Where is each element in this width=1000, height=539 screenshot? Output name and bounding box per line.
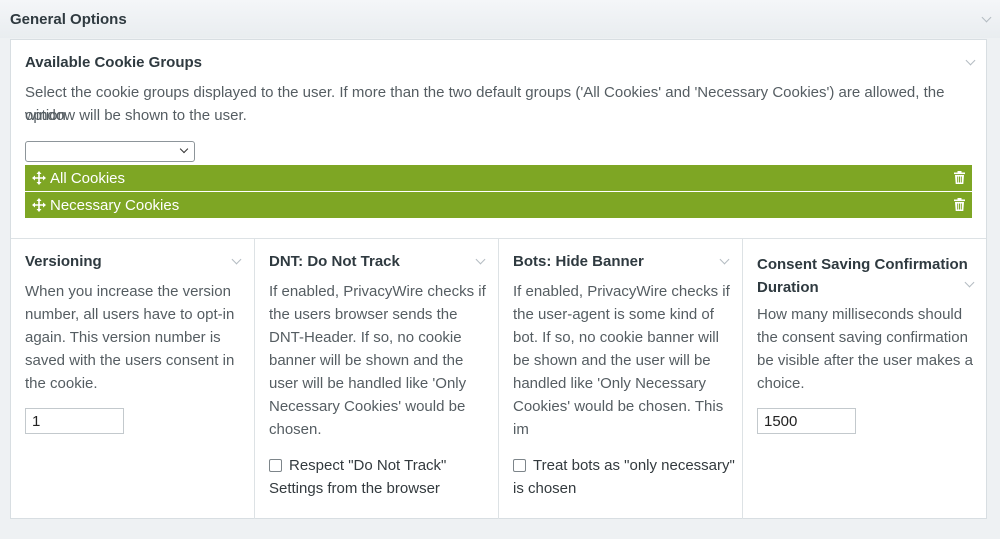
consent-duration-input[interactable] <box>757 408 856 434</box>
version-number-input[interactable] <box>25 408 124 434</box>
description-line: banner will be shown and the <box>269 352 464 369</box>
respect-dnt-label-2[interactable]: Settings from the browser <box>269 477 440 500</box>
cookie-group-label: Necessary Cookies <box>50 197 180 214</box>
dnt-collapse-icon[interactable] <box>475 254 486 265</box>
column-divider <box>498 239 499 519</box>
respect-dnt-label[interactable]: Respect "Do Not Track" <box>289 454 446 477</box>
consent-duration-title: Consent Saving Confirmation Duration <box>757 253 968 299</box>
cookie-group-label: All Cookies <box>50 170 126 187</box>
consent-duration-description: How many milliseconds should the consent… <box>757 303 973 395</box>
versioning-collapse-icon[interactable] <box>231 254 242 265</box>
section-title: General Options <box>10 11 127 28</box>
hide-banner-bots-label-2[interactable]: is chosen <box>513 477 576 500</box>
title-line: Consent Saving Confirmation <box>757 256 968 273</box>
description-line: handled like 'Only Necessary <box>513 375 706 392</box>
description-line: chosen. <box>269 421 322 438</box>
collapse-chevron-icon[interactable] <box>981 12 992 23</box>
column-divider <box>254 239 255 519</box>
cookie-groups-title: Available Cookie Groups <box>25 54 202 71</box>
description-line: DNT-Header. If so, no cookie <box>269 329 462 346</box>
trash-icon[interactable] <box>954 171 965 184</box>
description-line: choice. <box>757 375 805 392</box>
description-line: be visible after the user makes a <box>757 352 973 369</box>
cookie-group-select[interactable] <box>25 141 195 162</box>
dnt-description: If enabled, PrivacyWire checks if the us… <box>269 280 486 441</box>
description-line: bot. If so, no cookie banner will <box>513 329 719 346</box>
trash-icon[interactable] <box>954 198 965 211</box>
description-line: the cookie. <box>25 375 98 392</box>
hide-banner-bots-label[interactable]: Treat bots as "only necessary" <box>533 454 735 477</box>
description-line: the consent saving confirmation <box>757 329 968 346</box>
cookie-groups-collapse-icon[interactable] <box>965 55 976 66</box>
title-line: Duration <box>757 279 819 296</box>
cookie-groups-description-2: window will be shown to the user. <box>25 107 247 124</box>
bots-description: If enabled, PrivacyWire checks if the us… <box>513 280 730 441</box>
description-line: When you increase the version <box>25 283 231 300</box>
description-line: Cookies' would be chosen. This <box>513 398 724 415</box>
section-header[interactable]: General Options <box>0 0 1000 38</box>
hide-banner-bots-checkbox[interactable] <box>513 459 526 472</box>
description-line: the users browser sends the <box>269 306 458 323</box>
description-line: im <box>513 421 529 438</box>
move-icon[interactable] <box>32 198 46 212</box>
description-line: Necessary Cookies' would be <box>269 398 466 415</box>
description-line: be shown and the user will be <box>513 352 711 369</box>
respect-dnt-checkbox[interactable] <box>269 459 282 472</box>
move-icon[interactable] <box>32 171 46 185</box>
cookie-group-item-necessary[interactable]: Necessary Cookies <box>25 192 972 218</box>
versioning-description: When you increase the version number, al… <box>25 280 234 395</box>
general-options-section: General Options Available Cookie Groups … <box>0 0 1000 539</box>
versioning-title: Versioning <box>25 253 102 270</box>
description-line: number, all users have to opt-in <box>25 306 235 323</box>
dnt-title: DNT: Do Not Track <box>269 253 400 270</box>
description-line: How many milliseconds should <box>757 306 963 323</box>
chevron-down-icon <box>179 144 189 154</box>
description-line: If enabled, PrivacyWire checks if <box>513 283 730 300</box>
column-divider <box>742 239 743 519</box>
description-line: If enabled, PrivacyWire checks if <box>269 283 486 300</box>
bots-title: Bots: Hide Banner <box>513 253 644 270</box>
cookie-group-item-all[interactable]: All Cookies <box>25 165 972 191</box>
description-line: the user-agent is some kind of <box>513 306 714 323</box>
bots-collapse-icon[interactable] <box>719 254 730 265</box>
description-line: saved with the users consent in <box>25 352 235 369</box>
description-line: again. This version number is <box>25 329 221 346</box>
description-line: user will be handled like 'Only <box>269 375 467 392</box>
options-panel: Available Cookie Groups Select the cooki… <box>10 39 987 519</box>
